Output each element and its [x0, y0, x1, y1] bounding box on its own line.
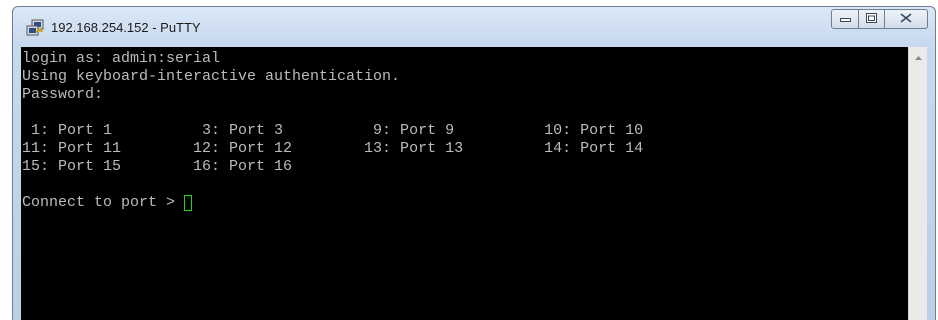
putty-icon[interactable] [26, 19, 44, 37]
connect-prompt: Connect to port > [22, 194, 185, 211]
terminal-line: Password: [22, 86, 104, 103]
text-cursor [184, 195, 193, 211]
prompt-line: Connect to port > [22, 194, 908, 212]
port-list-line: 11: Port 11 12: Port 12 13: Port 13 14: … [22, 140, 644, 157]
terminal-area: login as: admin:serial Using keyboard-in… [21, 47, 927, 320]
window-title: 192.168.254.152 - PuTTY [51, 20, 201, 35]
title-bar[interactable]: 192.168.254.152 - PuTTY [13, 7, 935, 47]
close-icon [900, 10, 912, 28]
maximize-button[interactable] [858, 9, 884, 29]
vertical-scrollbar[interactable] [908, 47, 927, 320]
terminal-line: Using keyboard-interactive authenticatio… [22, 68, 401, 85]
scroll-up-button[interactable] [909, 47, 927, 65]
terminal-line: login as: admin:serial [22, 50, 221, 67]
port-list-line: 1: Port 1 3: Port 3 9: Port 9 10: Port 1… [22, 122, 644, 139]
putty-window: 192.168.254.152 - PuTTY login as: admin:… [12, 6, 936, 320]
maximize-icon [866, 10, 877, 28]
window-controls [831, 9, 928, 29]
port-list-line: 15: Port 15 16: Port 16 [22, 158, 293, 175]
terminal-output[interactable]: login as: admin:serial Using keyboard-in… [21, 47, 908, 320]
minimize-icon [839, 10, 851, 28]
close-button[interactable] [884, 9, 928, 29]
minimize-button[interactable] [831, 9, 858, 29]
scroll-up-arrow-icon [914, 47, 922, 65]
